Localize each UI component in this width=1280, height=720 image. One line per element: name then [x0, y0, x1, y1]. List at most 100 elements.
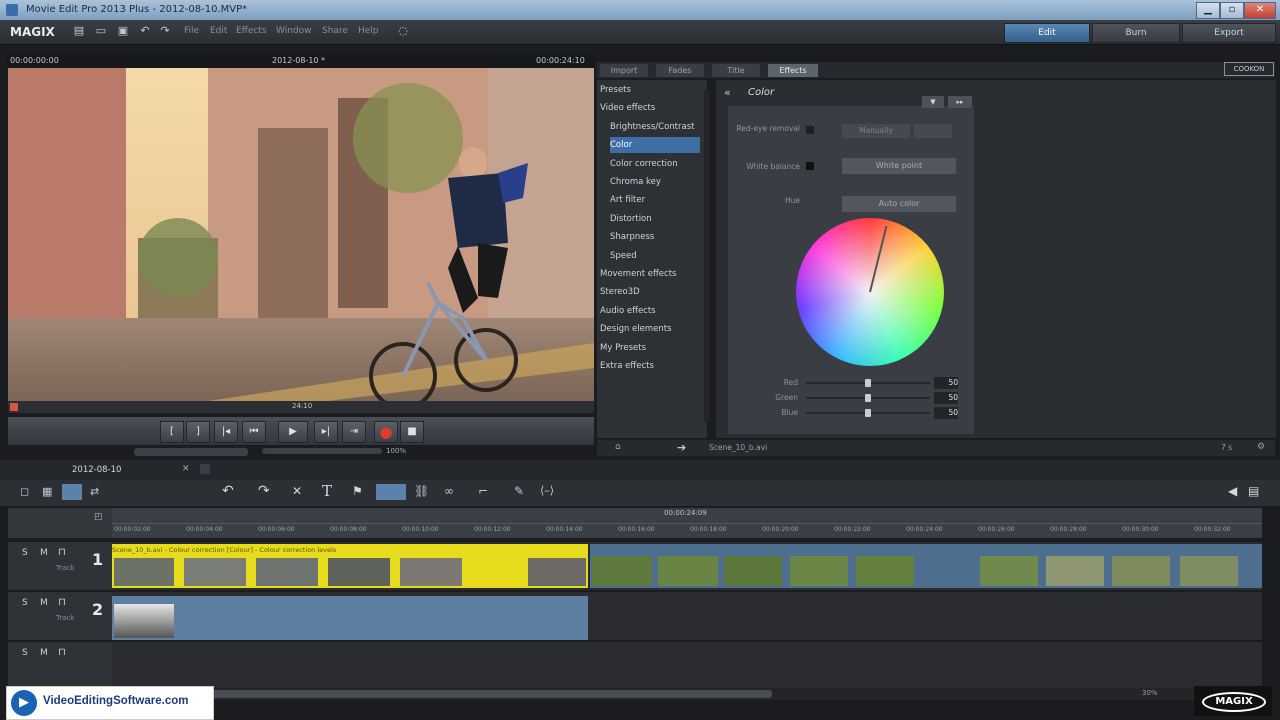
effects-tree-item[interactable]: Design elements [600, 321, 700, 337]
solo-button[interactable]: S [22, 548, 28, 558]
white-balance-checkbox[interactable] [806, 162, 814, 170]
mute-button[interactable]: M [40, 548, 48, 558]
timeline-ruler[interactable]: 00:00:24:09 00:00:02:00 00:00:04:00 00:00:… [112, 508, 1262, 538]
clip-2[interactable] [590, 544, 1262, 588]
clip-3[interactable] [112, 596, 588, 640]
mute-button[interactable]: M [40, 598, 48, 608]
tab-title[interactable]: Title [712, 64, 760, 77]
menu-window[interactable]: Window [276, 26, 312, 36]
scene-overview-icon[interactable]: ▦ [42, 485, 52, 498]
white-point-button[interactable]: White point [842, 158, 956, 174]
open-project-icon[interactable]: ▭ [94, 24, 108, 38]
menu-share[interactable]: Share [322, 26, 348, 36]
red-eye-tools[interactable] [914, 124, 952, 138]
color-wheel-pointer[interactable] [869, 225, 888, 293]
stretch-icon[interactable]: ⟨–⟩ [540, 484, 554, 497]
effects-tree-item[interactable]: Chroma key [610, 174, 700, 190]
settings-icon[interactable]: ⚙ [1257, 442, 1265, 452]
cut-icon[interactable]: ⌐ [478, 484, 488, 498]
lock-icon[interactable]: ⊓ [58, 547, 66, 558]
go-to-out-button[interactable]: ⇥ [342, 421, 366, 443]
redo-tool-icon[interactable]: ↷ [258, 483, 270, 499]
new-project-icon[interactable]: ▤ [72, 24, 86, 38]
menu-help[interactable]: Help [358, 26, 379, 36]
undo-tool-icon[interactable]: ↶ [222, 483, 234, 499]
effects-tree-item[interactable]: My Presets [600, 340, 700, 356]
mode-edit-button[interactable]: Edit [1004, 23, 1090, 43]
lock-icon[interactable]: ⊓ [58, 647, 66, 658]
mode-export-button[interactable]: Export [1182, 23, 1276, 43]
timeline-mode-icon[interactable] [62, 484, 82, 500]
clip-1[interactable] [112, 556, 588, 588]
record-button[interactable]: ● [374, 421, 398, 443]
mark-in-button[interactable]: [ [160, 421, 184, 443]
mode-burn-button[interactable]: Burn [1092, 23, 1180, 43]
marker-icon[interactable]: ⚑ [352, 484, 363, 498]
back-arrow-icon[interactable]: « [724, 86, 731, 99]
color-wheel[interactable] [796, 218, 944, 366]
slider-value[interactable]: 50 [934, 407, 958, 419]
track-2[interactable] [112, 592, 1262, 641]
solo-button[interactable]: S [22, 598, 28, 608]
save-project-icon[interactable]: ▣ [116, 24, 130, 38]
menu-effects[interactable]: Effects [236, 26, 267, 36]
undo-icon[interactable]: ↶ [138, 24, 152, 38]
effects-tree-item[interactable]: Movement effects [600, 266, 700, 282]
manually-button[interactable]: Manually [842, 124, 910, 138]
effects-tree-item[interactable]: Extra effects [600, 358, 700, 374]
storyboard-mode-icon[interactable]: ◻ [20, 485, 29, 498]
clip-title-bar[interactable]: Scene_10_b.avi - Colour correction [Colo… [112, 544, 588, 556]
effects-tree-item[interactable]: Video effects [600, 100, 700, 116]
slider-thumb[interactable] [865, 394, 871, 402]
new-tab-icon[interactable] [200, 464, 210, 474]
stop-button[interactable]: ■ [400, 421, 424, 443]
close-button[interactable]: ✕ [1244, 2, 1276, 19]
effects-tree-item[interactable]: Stereo3D [600, 284, 700, 300]
link-icon[interactable]: ⛓ [414, 484, 429, 498]
jog-shuttle[interactable] [134, 448, 248, 456]
tab-import[interactable]: Import [600, 64, 648, 77]
tree-scrollbar[interactable] [704, 90, 710, 422]
slider-value[interactable]: 50 [934, 377, 958, 389]
preset-next-icon[interactable]: ▸▸ [948, 96, 972, 108]
track-3[interactable] [112, 642, 1262, 691]
playhead-marker[interactable] [10, 403, 18, 411]
menu-edit[interactable]: Edit [210, 26, 227, 36]
title-icon[interactable]: T [322, 482, 332, 500]
forward-icon[interactable]: ➔ [677, 441, 686, 454]
preset-dropdown-icon[interactable]: ▼ [922, 96, 944, 108]
video-preview[interactable] [8, 68, 594, 401]
home-icon[interactable]: ⌂ [615, 442, 621, 452]
effects-tree-item[interactable]: Color [610, 137, 700, 154]
timeline-scrollbar[interactable]: 30% [112, 688, 1262, 700]
red-eye-checkbox[interactable] [806, 126, 814, 134]
effects-tree-item[interactable]: Speed [610, 248, 700, 264]
play-button[interactable]: ▶ [278, 421, 308, 443]
minimize-button[interactable]: ▁ [1196, 2, 1220, 19]
go-to-in-button[interactable]: |◂ [214, 421, 238, 443]
multicam-icon[interactable]: ⇄ [90, 485, 99, 498]
effects-tree-item[interactable]: Audio effects [600, 303, 700, 319]
maximize-button[interactable]: ▫ [1220, 2, 1244, 19]
slider-value[interactable]: 50 [934, 392, 958, 404]
mouse-mode-icon[interactable] [376, 484, 406, 500]
effects-tree-item[interactable]: Art filter [610, 192, 700, 208]
solo-button[interactable]: S [22, 648, 28, 658]
slider-thumb[interactable] [865, 409, 871, 417]
speaker-icon[interactable]: ◀ [1228, 484, 1237, 498]
lock-icon[interactable]: ⊓ [58, 597, 66, 608]
snap-icon[interactable]: ◰ [94, 512, 103, 522]
effects-tree-item[interactable]: Presets [600, 82, 700, 98]
zoom-slider[interactable] [262, 448, 382, 454]
delete-icon[interactable]: ✕ [292, 484, 302, 498]
track-settings-icon[interactable]: ▤ [1248, 484, 1259, 498]
eraser-icon[interactable]: ✎ [514, 484, 524, 498]
timeline-tab[interactable]: 2012-08-10 [72, 465, 121, 475]
tab-effects[interactable]: Effects [768, 64, 818, 77]
effects-tree-item[interactable]: Color correction [610, 156, 700, 172]
menu-file[interactable]: File [184, 26, 199, 36]
help-icon[interactable]: ◌ [396, 24, 410, 38]
scrub-bar[interactable]: 24:10 [8, 401, 594, 413]
redo-icon[interactable]: ↷ [158, 24, 172, 38]
mute-button[interactable]: M [40, 648, 48, 658]
